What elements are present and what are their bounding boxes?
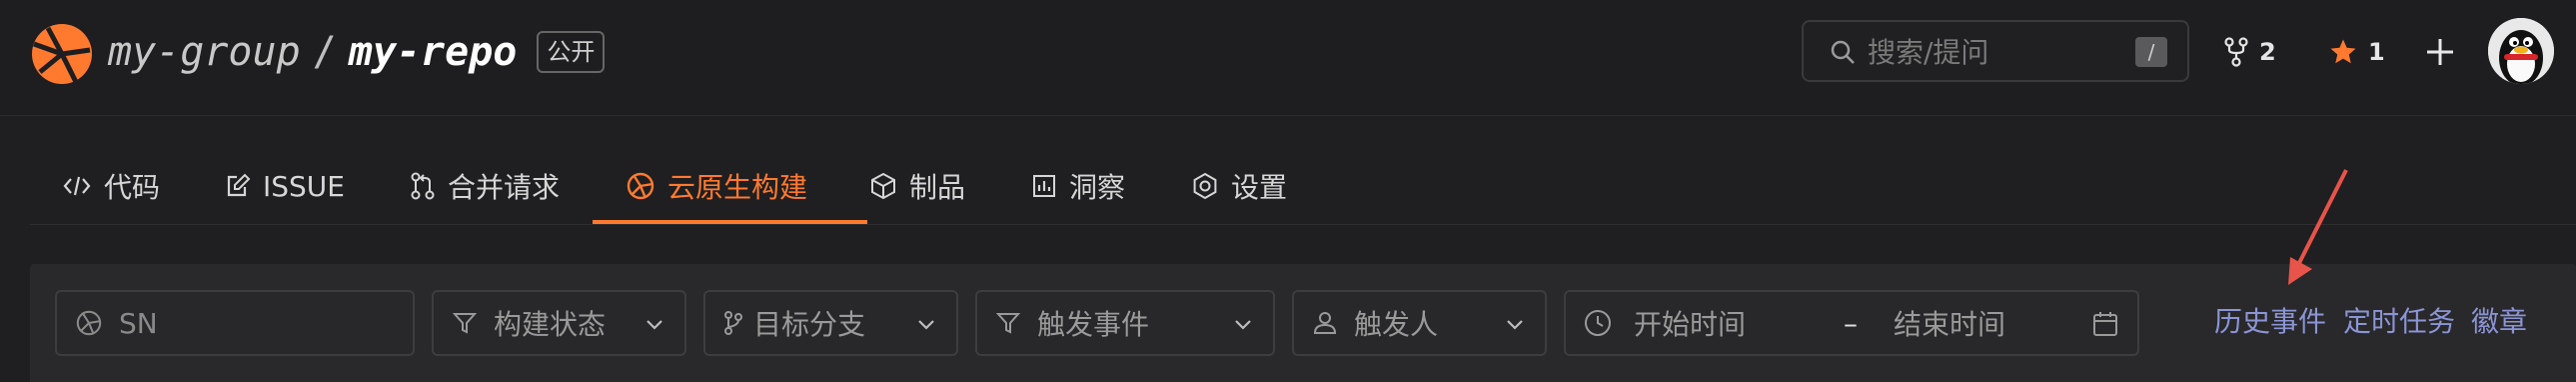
trigger-user-select[interactable]: 触发人	[1292, 290, 1547, 356]
build-icon	[76, 310, 102, 336]
build-icon	[627, 172, 654, 200]
tab-issue[interactable]: ISSUE	[225, 148, 345, 224]
breadcrumb-repo[interactable]: my-repo	[349, 29, 518, 75]
tab-label: 云原生构建	[667, 171, 808, 204]
filter-icon	[995, 313, 1021, 334]
tab-insights[interactable]: 洞察	[1031, 148, 1125, 224]
badges-link[interactable]: 徽章	[2471, 300, 2527, 340]
search-box[interactable]: /	[1802, 20, 2189, 82]
trigger-event-label: 触发事件	[1037, 308, 1150, 341]
code-icon	[63, 176, 91, 196]
chart-icon	[1033, 175, 1055, 197]
tab-cloud-native-build[interactable]: 云原生构建	[626, 148, 807, 224]
top-bar: my-group / my-repo 公开 / 2 1	[0, 0, 2576, 116]
user-avatar[interactable]	[2488, 18, 2554, 84]
trigger-user-label: 触发人	[1354, 308, 1439, 341]
tab-label: ISSUE	[263, 169, 345, 203]
end-time-input[interactable]: 结束时间	[1894, 303, 2005, 343]
star-button[interactable]: 1	[2328, 30, 2385, 74]
date-range-picker[interactable]: 开始时间 – 结束时间	[1564, 290, 2139, 356]
tab-label: 洞察	[1069, 171, 1126, 204]
pull-request-icon	[411, 172, 435, 200]
scheduled-tasks-link[interactable]: 定时任务	[2343, 300, 2455, 340]
target-branch-label: 目标分支	[753, 308, 866, 341]
calendar-icon[interactable]	[2091, 310, 2119, 338]
tab-label: 制品	[909, 171, 966, 204]
trigger-event-select[interactable]: 触发事件	[975, 290, 1275, 356]
tab-code[interactable]: 代码	[62, 148, 160, 224]
chevron-down-icon	[918, 320, 934, 330]
filter-icon	[452, 313, 478, 334]
search-input[interactable]	[1866, 32, 2109, 72]
search-icon	[1831, 40, 1855, 64]
breadcrumb-group[interactable]: my-group	[108, 29, 301, 75]
repo-tabs: 代码 ISSUE 合并请求 云原生构建 制品 洞察 设置	[30, 148, 2576, 225]
fork-count: 2	[2259, 38, 2276, 66]
penguin-avatar-icon	[2488, 18, 2554, 84]
tab-label: 设置	[1231, 171, 1288, 204]
branch-icon	[724, 311, 742, 335]
tab-label: 合并请求	[448, 171, 561, 204]
history-events-link[interactable]: 历史事件	[2214, 300, 2326, 340]
issue-edit-icon	[227, 173, 251, 197]
package-icon	[871, 172, 895, 200]
start-time-input[interactable]: 开始时间	[1634, 303, 1844, 343]
clock-icon	[1585, 310, 1611, 336]
annotation-arrow-icon	[2288, 169, 2348, 285]
search-shortcut-key: /	[2135, 37, 2167, 67]
visibility-badge: 公开	[537, 31, 606, 73]
user-icon	[1313, 312, 1337, 334]
breadcrumb-separator: /	[312, 29, 337, 75]
sn-placeholder: SN	[119, 306, 158, 340]
plus-icon	[2427, 39, 2453, 65]
chevron-down-icon	[1235, 320, 1251, 330]
settings-icon	[1193, 172, 1217, 200]
breadcrumb: my-group / my-repo 公开	[108, 22, 606, 82]
tab-merge-requests[interactable]: 合并请求	[410, 148, 560, 224]
fork-button[interactable]: 2	[2223, 30, 2276, 74]
tab-settings[interactable]: 设置	[1191, 148, 1287, 224]
filter-bar: SN 构建状态 目标分支 触发事件 触发人 开始时间 – 结束时间 历史事件 定…	[30, 264, 2576, 382]
tab-packages[interactable]: 制品	[869, 148, 965, 224]
chevron-down-icon	[646, 320, 662, 330]
target-branch-select[interactable]: 目标分支	[703, 290, 958, 356]
chevron-down-icon	[1507, 320, 1523, 330]
build-status-select[interactable]: 构建状态	[432, 290, 686, 356]
active-tab-indicator	[593, 220, 867, 224]
add-button[interactable]	[2418, 22, 2462, 82]
star-icon	[2330, 39, 2356, 64]
tab-label: 代码	[104, 171, 161, 204]
sn-filter-input[interactable]: SN	[55, 290, 415, 356]
build-status-label: 构建状态	[494, 308, 607, 341]
star-count: 1	[2368, 38, 2385, 66]
fork-icon	[2224, 37, 2248, 67]
logo-icon[interactable]	[28, 20, 96, 88]
range-separator: –	[1844, 306, 1858, 340]
